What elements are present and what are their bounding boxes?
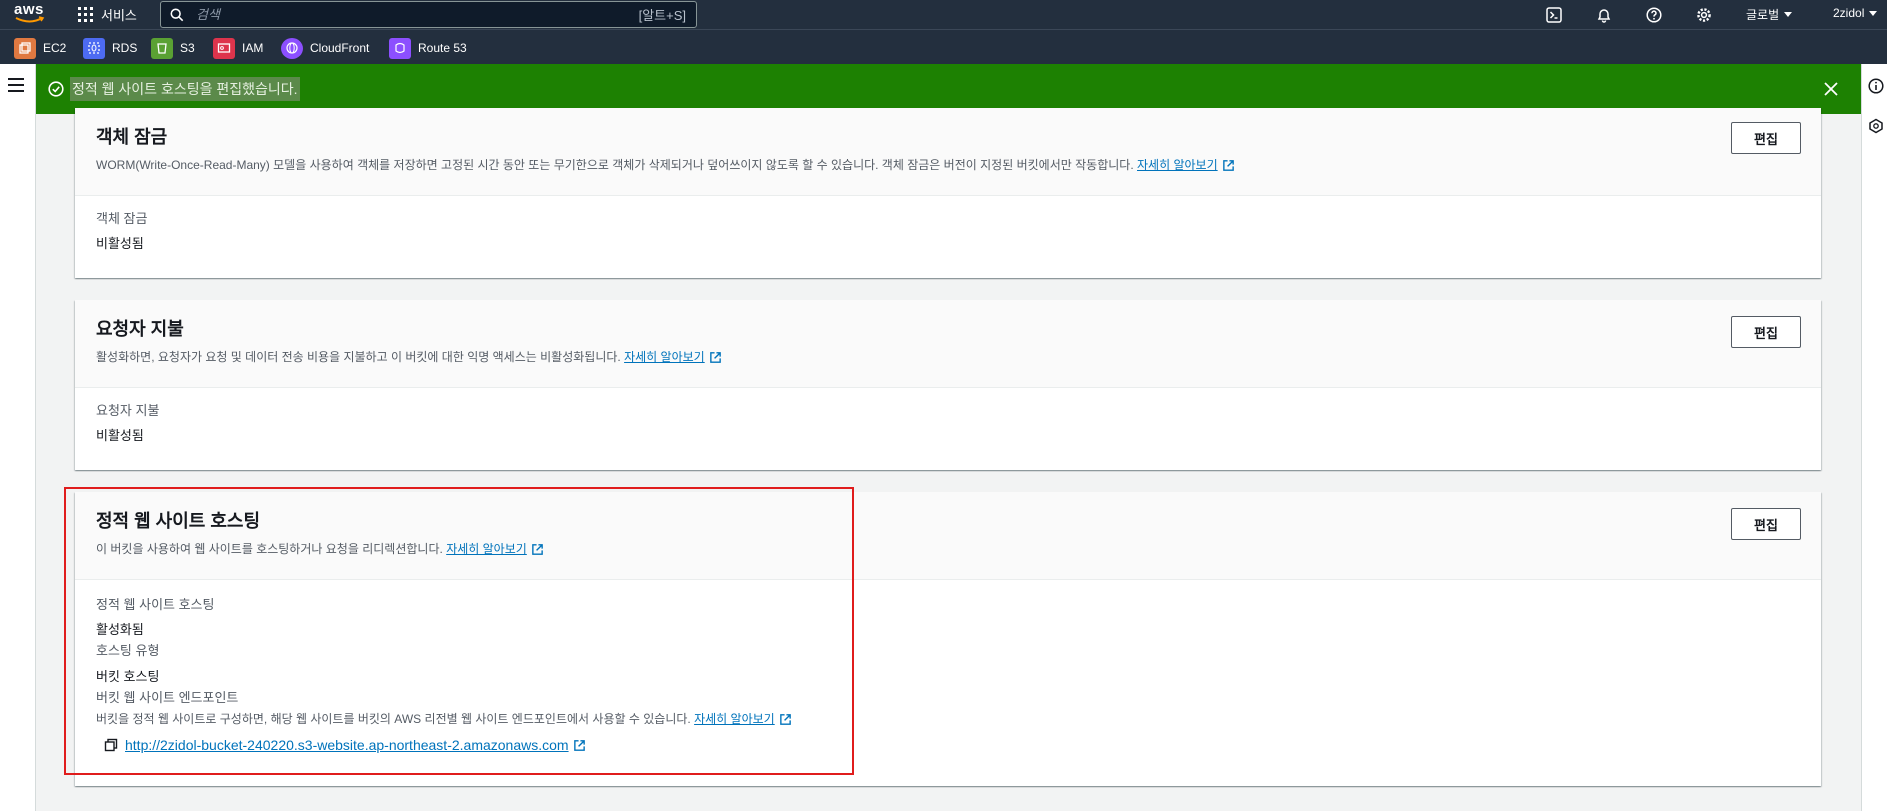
settings-gear-icon[interactable]: [1694, 5, 1714, 25]
favorite-route53[interactable]: Route 53: [389, 37, 467, 59]
services-label: 서비스: [101, 8, 137, 23]
search-input[interactable]: [194, 6, 614, 23]
cloudfront-icon: [281, 37, 303, 59]
requester-pays-learn-more-link[interactable]: 자세히 알아보기: [624, 349, 722, 365]
static-hosting-status-value: 활성화됨: [96, 622, 144, 637]
favorite-label: S3: [180, 41, 195, 55]
favorite-label: CloudFront: [310, 41, 370, 55]
grid-icon: [78, 7, 93, 22]
requester-pays-edit-button[interactable]: 편집: [1731, 316, 1801, 348]
static-hosting-learn-more-link[interactable]: 자세히 알아보기: [446, 541, 544, 557]
favorite-label: EC2: [43, 41, 67, 55]
endpoint-learn-more-link[interactable]: 자세히 알아보기: [694, 711, 792, 727]
hosting-type-value: 버킷 호스팅: [96, 669, 160, 684]
requester-pays-header: 요청자 지불 활성화하면, 요청자가 요청 및 데이터 전송 비용을 지불하고 …: [75, 300, 1821, 388]
top-navigation: aws 서비스 [알트+S]: [0, 0, 1887, 29]
favorite-label: Route 53: [418, 41, 467, 55]
object-lock-description: WORM(Write-Once-Read-Many) 모델을 사용하여 객체를 …: [96, 157, 1801, 173]
object-lock-edit-button[interactable]: 편집: [1731, 122, 1801, 154]
website-endpoint-description: 버킷을 정적 웹 사이트로 구성하면, 해당 웹 사이트를 버킷의 AWS 리전…: [96, 711, 1800, 727]
left-side-rail: [0, 64, 36, 811]
requester-pays-field-label: 요청자 지불: [96, 403, 160, 418]
static-hosting-edit-button[interactable]: 편집: [1731, 508, 1801, 540]
search-icon: [170, 8, 184, 21]
favorite-rds[interactable]: RDS: [83, 37, 138, 59]
endpoint-url-row: http://2zidol-bucket-240220.s3-website.a…: [96, 737, 1800, 753]
static-website-hosting-panel: 정적 웹 사이트 호스팅 이 버킷을 사용하여 웹 사이트를 호스팅하거나 요청…: [75, 492, 1821, 786]
object-lock-learn-more-link[interactable]: 자세히 알아보기: [1137, 157, 1235, 173]
region-label: 글로벌: [1746, 8, 1780, 22]
website-endpoint-url-link[interactable]: http://2zidol-bucket-240220.s3-website.a…: [125, 737, 586, 753]
iam-icon: [213, 37, 235, 59]
favorite-cloudfront[interactable]: CloudFront: [281, 37, 370, 59]
static-hosting-description: 이 버킷을 사용하여 웹 사이트를 호스팅하거나 요청을 리디렉션합니다. 자세…: [96, 541, 1801, 557]
favorites-bar: EC2 RDS S3 IAM CloudFront Route 53: [0, 29, 1887, 64]
external-link-icon: [531, 543, 543, 555]
region-selector[interactable]: 글로벌: [1746, 6, 1793, 23]
flash-message: 정적 웹 사이트 호스팅을 편집했습니다.: [70, 77, 300, 101]
info-icon[interactable]: [1868, 78, 1884, 94]
hosting-type-label: 호스팅 유형: [96, 643, 160, 658]
external-link-icon: [709, 351, 721, 363]
right-side-rail: [1861, 64, 1887, 811]
favorite-iam[interactable]: IAM: [213, 37, 264, 59]
cloudshell-icon[interactable]: [1544, 5, 1564, 25]
chevron-down-icon: [1784, 12, 1793, 17]
static-hosting-header: 정적 웹 사이트 호스팅 이 버킷을 사용하여 웹 사이트를 호스팅하거나 요청…: [75, 492, 1821, 580]
services-menu-button[interactable]: 서비스: [78, 4, 137, 25]
object-lock-field-value: 비활성됨: [96, 236, 144, 251]
account-menu[interactable]: 2zidol: [1833, 6, 1878, 20]
static-hosting-title: 정적 웹 사이트 호스팅: [96, 511, 261, 531]
search-bar[interactable]: [알트+S]: [160, 1, 697, 28]
requester-pays-panel: 요청자 지불 활성화하면, 요청자가 요청 및 데이터 전송 비용을 지불하고 …: [75, 300, 1821, 470]
hamburger-menu-icon[interactable]: [8, 78, 24, 92]
requester-pays-field-value: 비활성됨: [96, 428, 144, 443]
favorite-label: RDS: [112, 41, 138, 55]
requester-pays-title: 요청자 지불: [96, 319, 184, 339]
requester-pays-body: 요청자 지불 비활성됨: [75, 388, 1821, 445]
object-lock-field-label: 객체 잠금: [96, 211, 148, 226]
s3-icon: [151, 37, 173, 59]
website-endpoint-label: 버킷 웹 사이트 엔드포인트: [96, 690, 239, 705]
external-link-icon: [1222, 159, 1234, 171]
success-flash-banner: 정적 웹 사이트 호스팅을 편집했습니다.: [36, 64, 1861, 114]
favorite-s3[interactable]: S3: [151, 37, 195, 59]
static-hosting-body: 정적 웹 사이트 호스팅 활성화됨 호스팅 유형 버킷 호스팅 버킷 웹 사이트…: [75, 580, 1821, 753]
object-lock-title: 객체 잠금: [96, 127, 168, 147]
requester-pays-description: 활성화하면, 요청자가 요청 및 데이터 전송 비용을 지불하고 이 버킷에 대…: [96, 349, 1801, 365]
object-lock-header: 객체 잠금 WORM(Write-Once-Read-Many) 모델을 사용하…: [75, 108, 1821, 196]
search-shortcut-hint: [알트+S]: [638, 8, 686, 23]
notifications-bell-icon[interactable]: [1594, 5, 1614, 25]
rds-icon: [83, 37, 105, 59]
favorite-label: IAM: [242, 41, 264, 55]
help-icon[interactable]: [1644, 5, 1664, 25]
route53-icon: [389, 37, 411, 59]
favorite-ec2[interactable]: EC2: [14, 37, 67, 59]
object-lock-body: 객체 잠금 비활성됨: [75, 196, 1821, 253]
external-link-icon: [573, 739, 585, 751]
copy-icon[interactable]: [104, 738, 118, 752]
account-label: 2zidol: [1833, 6, 1865, 20]
check-circle-icon: [48, 81, 64, 97]
object-lock-panel: 객체 잠금 WORM(Write-Once-Read-Many) 모델을 사용하…: [75, 108, 1821, 278]
ec2-icon: [14, 37, 36, 59]
hexagon-feedback-icon[interactable]: [1868, 118, 1884, 134]
external-link-icon: [779, 713, 791, 725]
aws-smile-icon: [15, 16, 45, 23]
close-icon[interactable]: [1823, 81, 1839, 97]
aws-logo[interactable]: aws: [14, 2, 48, 26]
chevron-down-icon: [1869, 10, 1878, 16]
static-hosting-status-label: 정적 웹 사이트 호스팅: [96, 597, 215, 612]
